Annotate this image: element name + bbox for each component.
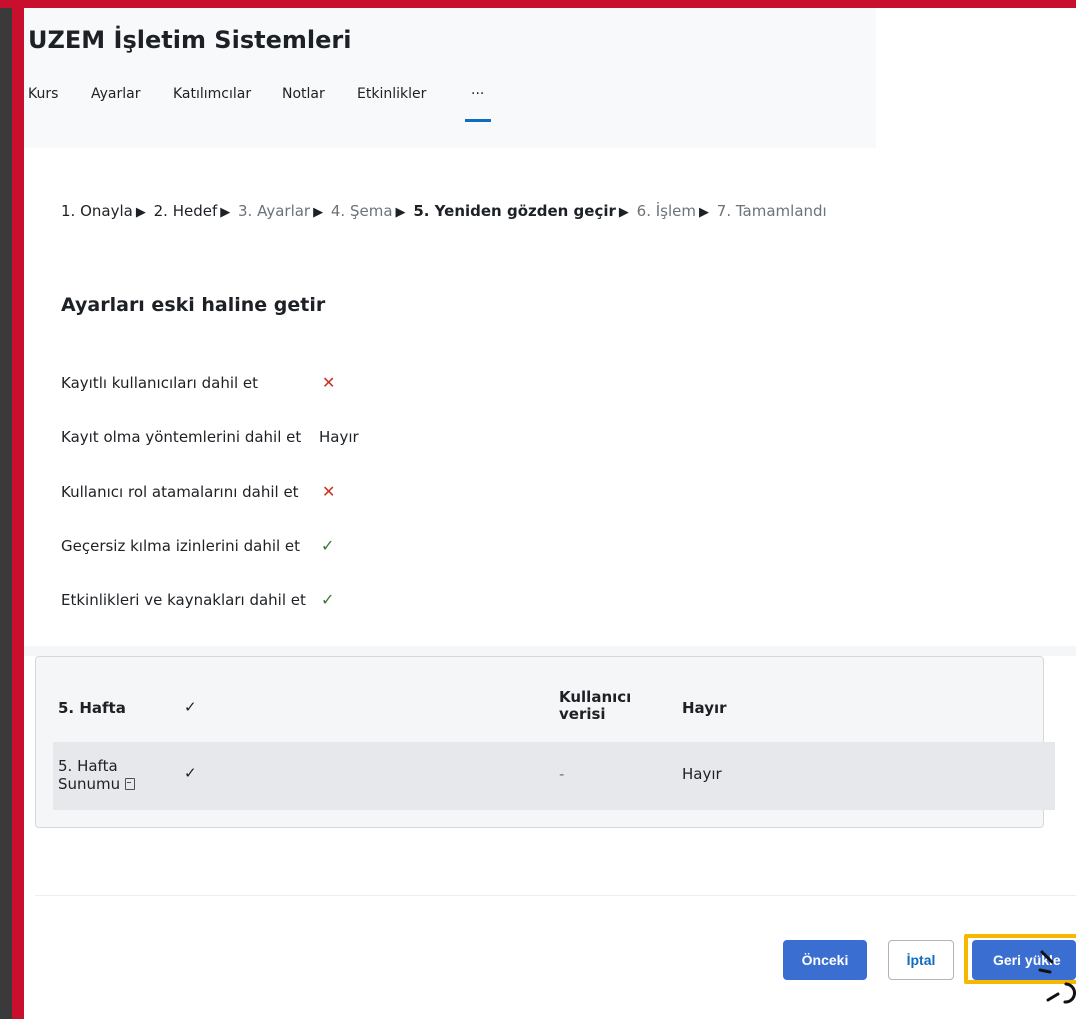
step-destination: 2. Hedef bbox=[153, 202, 218, 220]
step-process: 6. İşlem bbox=[636, 202, 696, 220]
step-separator: ▶ bbox=[220, 205, 231, 220]
setting-row-role-assignments: Kullanıcı rol atamalarını dahil et bbox=[61, 483, 299, 501]
tab-course[interactable]: Kurs bbox=[28, 86, 58, 102]
setting-label: Geçersiz kılma izinlerini dahil et bbox=[61, 537, 301, 555]
course-nav-tabs: Kurs Ayarlar Katılımcılar Notlar Etkinli… bbox=[24, 86, 876, 123]
userdata-label: Kullanıcı verisi bbox=[559, 688, 632, 723]
file-icon bbox=[125, 778, 136, 790]
step-separator: ▶ bbox=[699, 205, 709, 220]
step-complete: 7. Tamamlandı bbox=[716, 202, 827, 220]
setting-row-enrolment-methods: Kayıt olma yöntemlerini dahil et bbox=[61, 428, 301, 446]
course-header: UZEM İşletim Sistemleri Kurs Ayarlar Kat… bbox=[24, 8, 876, 123]
cancel-button[interactable]: İptal bbox=[888, 940, 954, 980]
step-separator: ▶ bbox=[313, 205, 324, 220]
step-separator: ▶ bbox=[135, 205, 146, 220]
step-settings: 3. Ayarlar bbox=[238, 202, 311, 220]
setting-value-text: Hayır bbox=[319, 428, 359, 446]
cross-icon: ✕ bbox=[322, 482, 336, 501]
tab-more[interactable]: ··· bbox=[471, 86, 484, 102]
setting-row-enrolled-users: Kayıtlı kullanıcıları dahil et bbox=[61, 374, 258, 392]
activity-name: 5. Hafta Sunumu bbox=[58, 757, 158, 793]
cross-icon: ✕ bbox=[322, 373, 336, 392]
setting-row-activities-resources: Etkinlikleri ve kaynakları dahil et bbox=[61, 591, 306, 609]
restore-settings-heading: Ayarları eski haline getir bbox=[61, 294, 326, 316]
userdata-value: Hayır bbox=[682, 699, 727, 717]
tab-grades[interactable]: Notlar bbox=[282, 86, 325, 102]
window-frame-left bbox=[12, 0, 24, 1019]
desktop-edge bbox=[0, 0, 12, 1019]
step-confirm: 1. Onayla bbox=[61, 202, 133, 220]
check-icon: ✓ bbox=[184, 764, 197, 782]
userdata-label: - bbox=[559, 765, 565, 783]
restore-page: UZEM İşletim Sistemleri Kurs Ayarlar Kat… bbox=[24, 8, 1076, 1019]
setting-label: Kayıt olma yöntemlerini dahil et bbox=[61, 428, 302, 446]
activity-name-text: 5. Hafta Sunumu bbox=[58, 757, 121, 793]
window-frame-top bbox=[0, 0, 1076, 8]
footer-divider bbox=[35, 895, 1076, 896]
setting-label: Kayıtlı kullanıcıları dahil et bbox=[61, 374, 259, 392]
check-icon: ✓ bbox=[321, 536, 335, 555]
step-separator: ▶ bbox=[395, 205, 406, 220]
section-name: 5. Hafta bbox=[58, 699, 126, 717]
tab-activities[interactable]: Etkinlikler bbox=[357, 86, 426, 102]
step-separator: ▶ bbox=[618, 205, 629, 220]
check-icon: ✓ bbox=[184, 698, 197, 716]
content-separator bbox=[24, 646, 1076, 656]
setting-label: Etkinlikleri ve kaynakları dahil et bbox=[61, 591, 306, 609]
setting-row-permission-overrides: Geçersiz kılma izinlerini dahil et bbox=[61, 537, 300, 555]
restore-progress-steps: 1. Onayla ▶ 2. Hedef ▶ 3. Ayarlar ▶ 4. Şema… bbox=[61, 202, 827, 220]
step-schema: 4. Şema bbox=[330, 202, 393, 220]
tab-settings[interactable]: Ayarlar bbox=[91, 86, 140, 102]
step-review-current: 5. Yeniden gözden geçir bbox=[413, 202, 616, 220]
userdata-value: Hayır bbox=[682, 765, 722, 783]
tab-participants[interactable]: Katılımcılar bbox=[173, 86, 251, 102]
previous-button[interactable]: Önceki bbox=[783, 940, 867, 980]
header-band bbox=[24, 122, 876, 148]
page-title: UZEM İşletim Sistemleri bbox=[28, 26, 352, 54]
course-contents-box: 5. Hafta ✓ Kullanıcı verisi Hayır 5. Haf… bbox=[35, 656, 1055, 828]
setting-label: Kullanıcı rol atamalarını dahil et bbox=[61, 483, 299, 501]
check-icon: ✓ bbox=[321, 590, 335, 609]
activity-row: 5. Hafta Sunumu ✓ - Hayır bbox=[53, 742, 1055, 810]
click-indicator-icon bbox=[1038, 950, 1076, 1004]
